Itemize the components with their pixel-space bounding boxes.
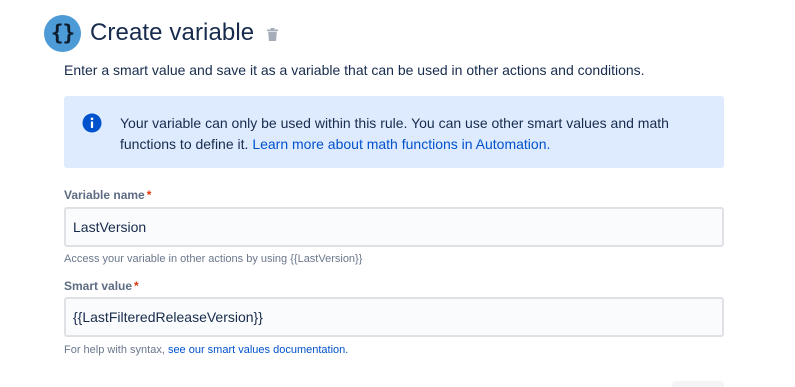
smart-value-helper: For help with syntax, see our smart valu… bbox=[64, 344, 348, 356]
footer-button[interactable] bbox=[672, 381, 724, 387]
variable-name-input[interactable] bbox=[64, 207, 724, 247]
math-functions-link[interactable]: Learn more about math functions in Autom… bbox=[252, 136, 550, 152]
create-variable-panel: {} Create variable Enter a smart value a… bbox=[0, 0, 795, 387]
info-icon bbox=[82, 113, 102, 133]
panel-header: {} Create variable bbox=[44, 14, 279, 52]
required-marker: * bbox=[146, 188, 152, 202]
variable-name-label: Variable name * bbox=[64, 188, 151, 202]
smart-value-helper-text: For help with syntax, bbox=[64, 344, 165, 356]
info-panel: Your variable can only be used within th… bbox=[64, 96, 724, 168]
info-message: Your variable can only be used within th… bbox=[120, 113, 700, 155]
variable-name-label-text: Variable name bbox=[64, 188, 145, 202]
braces-icon: {} bbox=[44, 14, 81, 52]
variable-name-helper: Access your variable in other actions by… bbox=[64, 253, 363, 265]
trash-icon[interactable] bbox=[267, 28, 279, 41]
required-marker: * bbox=[134, 279, 139, 293]
page-title: Create variable bbox=[90, 19, 255, 46]
smart-value-input[interactable] bbox=[64, 297, 724, 337]
smart-value-label-text: Smart value bbox=[64, 279, 133, 293]
smart-value-label: Smart value * bbox=[64, 279, 139, 293]
description-text: Enter a smart value and save it as a var… bbox=[64, 62, 645, 78]
smart-values-docs-link[interactable]: see our smart values documentation. bbox=[168, 344, 348, 356]
